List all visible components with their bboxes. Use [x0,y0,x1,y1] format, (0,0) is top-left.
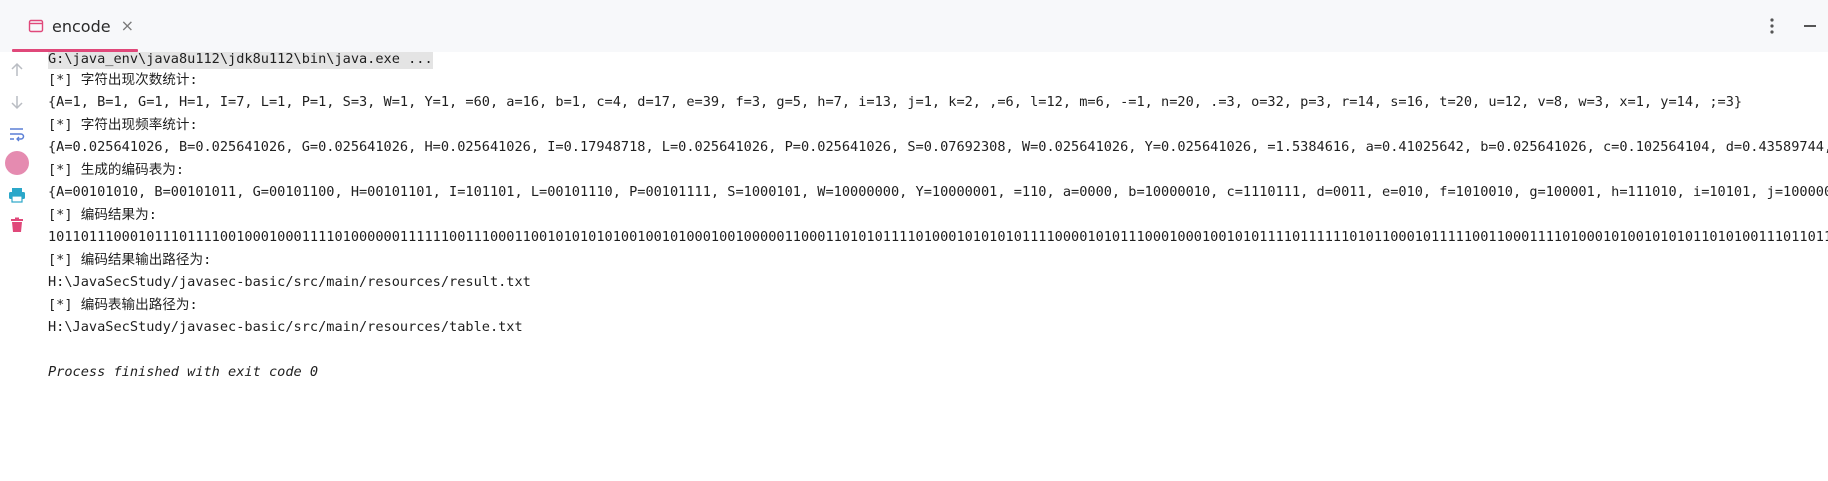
console-toolbar [0,52,34,481]
soft-wrap-icon[interactable] [3,120,31,148]
record-icon[interactable] [3,149,31,177]
tab-bar-actions [1760,14,1822,38]
console-line-link[interactable]: H:\JavaSecStudy/javasec-basic/src/main/r… [48,270,531,294]
console-line: [*] 字符出现频率统计: [48,117,198,133]
trash-icon[interactable] [3,211,31,239]
close-icon[interactable]: × [121,18,134,34]
window-icon [28,18,44,34]
console-line: [*] 生成的编码表为: [48,162,185,178]
arrow-up-icon[interactable] [3,56,31,84]
minimize-icon[interactable] [1798,14,1822,38]
console-line-link[interactable]: H:\JavaSecStudy/javasec-basic/src/main/r… [48,315,523,339]
console-line: [*] 编码结果为: [48,207,157,223]
console-line: {A=0.025641026, B=0.025641026, G=0.02564… [48,139,1828,155]
more-options-icon[interactable] [1760,14,1784,38]
arrow-down-icon[interactable] [3,88,31,116]
tab-label: encode [52,16,111,36]
console-output: G:\java_env\java8u112\jdk8u112\bin\java.… [34,52,1828,481]
process-exit-line: Process finished with exit code 0 [48,364,319,380]
console-line: [*] 字符出现次数统计: [48,72,198,88]
console-line: {A=00101010, B=00101011, G=00101100, H=0… [48,184,1828,200]
console-line: {A=1, B=1, G=1, H=1, I=7, L=1, P=1, S=3,… [48,94,1743,110]
console-line: [*] 编码结果输出路径为: [48,252,212,268]
console-line: 1011011100010111011110010001000111101000… [48,229,1828,245]
console-line: [*] 编码表输出路径为: [48,297,198,313]
print-icon[interactable] [3,181,31,209]
tab-encode[interactable]: encode × [12,0,138,52]
tab-bar: encode × [0,0,1828,52]
